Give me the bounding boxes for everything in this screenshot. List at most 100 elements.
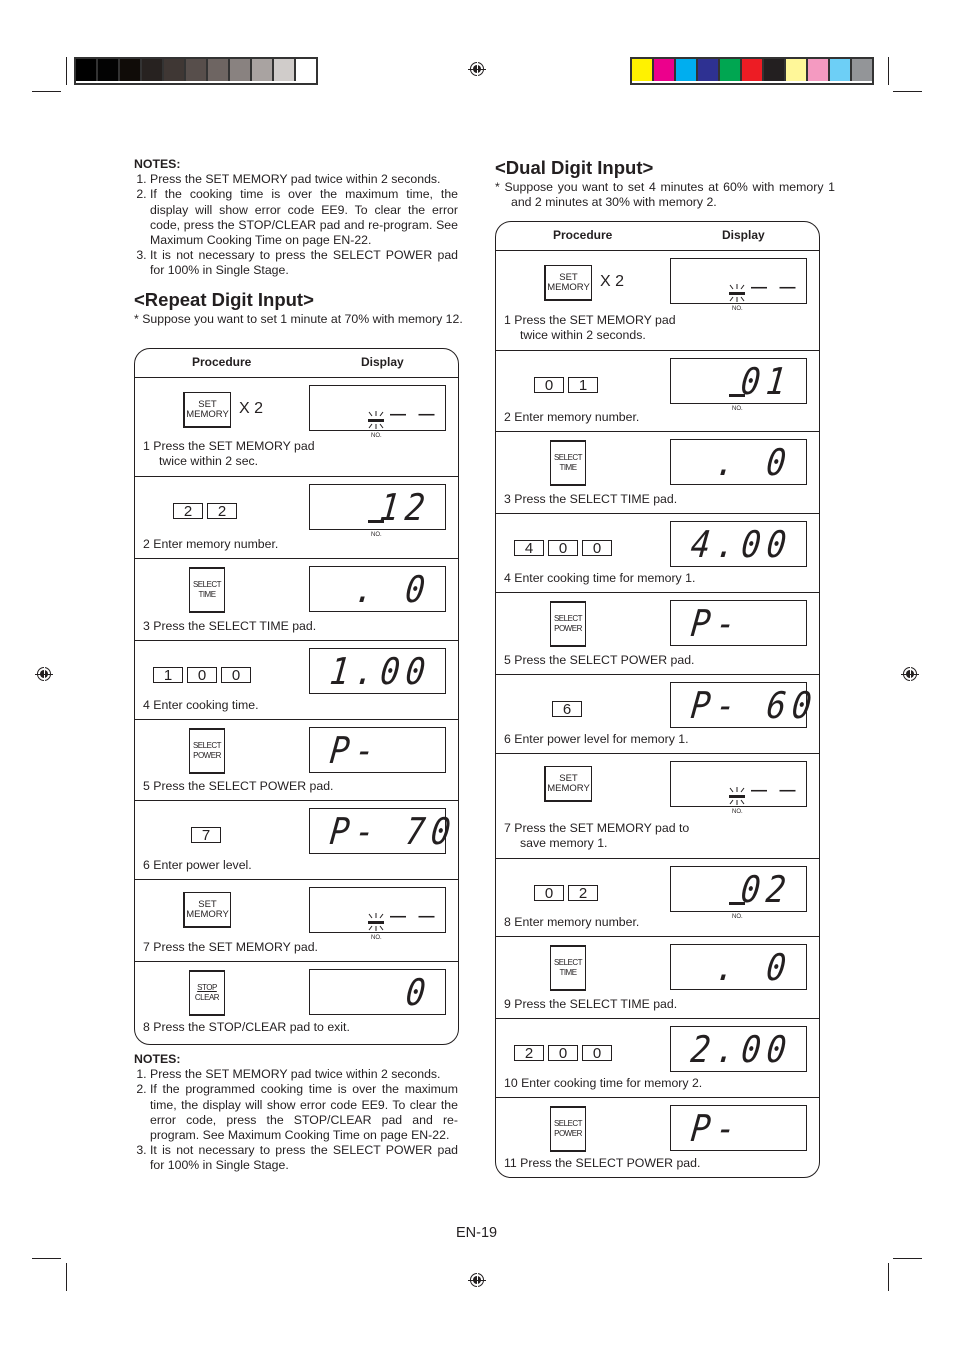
stop-clear-pad-button[interactable]: STOP CLEAR [189,970,225,1016]
number-key[interactable]: 0 [534,885,564,901]
color-swatch [142,59,164,81]
header-display: Display [361,355,404,369]
pad-label: SELECT TIME [193,580,222,600]
step-caption: 4 Enter cooking time for memory 1. [504,571,695,586]
caption-line: 4 Enter cooking time for memory 1. [504,571,696,585]
table-header: Procedure Display [496,222,819,251]
number-key[interactable]: 7 [191,827,221,843]
number-keys: 01 [534,377,598,393]
display-readout: 01 [739,359,795,404]
number-key[interactable]: 0 [534,377,564,393]
lcd-display: 4.00 [670,521,807,567]
caption-line: 1 Press the SET MEMORY pad [504,313,676,327]
number-key[interactable]: 2 [173,503,203,519]
bottom-notes: NOTES: Press the SET MEMORY pad twice wi… [134,1052,458,1174]
step-caption: 2 Enter memory number. [504,410,639,425]
procedure-step: 22 2 Enter memory number. 12 NO. [135,477,458,559]
caption-line: 6 Enter power level. [143,858,252,872]
blink-indicator [727,283,745,302]
select-time-pad-button[interactable]: SELECT TIME [550,945,586,991]
number-key[interactable]: 1 [568,377,598,393]
caption-line: 3 Press the SELECT TIME pad. [143,619,317,633]
step-caption: 3 Press the SELECT TIME pad. [504,492,677,507]
caption-line: 8 Enter memory number. [504,915,640,929]
crop-mark [66,57,67,85]
pad-label-line: MEMORY [547,782,590,794]
select-time-pad-button[interactable]: SELECT TIME [189,567,225,613]
set-memory-pad-button[interactable]: SET MEMORY [183,392,231,428]
blinking-cursor-icon [729,787,745,805]
lcd-display: — — [670,258,807,304]
procedure-step: 1004 Enter cooking time. 1.00 [135,641,458,720]
crop-mark [888,57,889,85]
registration-mark-icon [468,60,486,78]
number-keys: 100 [153,667,251,683]
blink-indicator [727,786,745,805]
set-memory-pad-button[interactable]: SET MEMORY [544,265,592,301]
color-swatch [742,59,764,81]
number-key[interactable]: 0 [548,1045,578,1061]
pad-label: SELECT TIME [554,958,583,978]
caption-line: 7 Press the SET MEMORY pad. [143,940,318,954]
caption-line: 5 Press the SELECT POWER pad. [143,779,334,793]
header-procedure: Procedure [553,228,613,242]
pad-label-line: POWER [193,751,221,760]
notes-title: NOTES: [134,157,181,171]
step-caption: 8 Enter memory number. [504,915,639,930]
display-readout: . 0 [713,440,795,485]
lcd-display: P- [309,727,446,773]
caption-line: save memory 1. [520,836,608,850]
color-swatch [632,59,654,81]
color-swatch [208,59,230,81]
pad-label-line: SET [559,772,578,784]
procedure-step: SET MEMORY X 2 1 Press the SET MEMORY pad tw… [135,378,458,477]
display-readout: P- 70 [327,809,459,854]
caption-line: 8 Press the STOP/CLEAR pad to exit. [143,1020,350,1034]
number-key[interactable]: 0 [221,667,251,683]
step-caption: 6 Enter power level for memory 1. [504,732,689,747]
caption-line: 4 Enter cooking time. [143,698,259,712]
procedure-step: SET MEMORY X 2 1 Press the SET MEMORY pad tw… [496,251,819,351]
no-label: NO. [732,306,743,312]
display-readout: 02 [739,867,795,912]
pad-label: SET MEMORY [547,772,590,794]
no-label: NO. [732,809,743,815]
procedure-step: SELECT POWER 11 Press the SELECT POWER pad… [496,1098,819,1177]
select-power-pad-button[interactable]: SELECT POWER [189,728,225,774]
color-swatch [720,59,742,81]
blink-indicator [366,912,384,931]
number-key[interactable]: 6 [552,701,582,717]
number-key[interactable]: 0 [187,667,217,683]
set-memory-pad-button[interactable]: SET MEMORY [183,892,231,928]
lcd-display: — — [309,887,446,933]
set-memory-pad-button[interactable]: SET MEMORY [544,766,592,802]
number-key[interactable]: 4 [514,540,544,556]
pad-label-line: SELECT [553,453,583,462]
caption-line: 1 Press the SET MEMORY pad [143,439,315,453]
color-swatch [830,59,852,81]
display-readout: . 0 [713,945,795,990]
lcd-display: P- [670,600,807,646]
select-power-pad-button[interactable]: SELECT POWER [550,601,586,647]
press-count: X 2 [600,273,625,290]
dual-digit-procedure-table: Procedure Display SET MEMORY X 2 1 Press th… [495,221,820,1178]
procedure-step: SELECT TIME 9 Press the SELECT TIME pad. . … [496,937,819,1019]
registration-mark-icon [35,665,53,683]
display-readout: P- [327,728,383,773]
number-key[interactable]: 2 [514,1045,544,1061]
select-power-pad-button[interactable]: SELECT POWER [550,1106,586,1152]
pad-label: SELECT TIME [553,453,583,473]
lcd-display: . 0 [670,944,807,990]
number-key[interactable]: 2 [568,885,598,901]
lcd-display: 2.00 [670,1026,807,1072]
number-key[interactable]: 0 [548,540,578,556]
step-caption: 3 Press the SELECT TIME pad. [143,619,316,634]
pad-label-line: TIME [198,590,216,599]
select-time-pad-button[interactable]: SELECT TIME [550,440,586,486]
number-key[interactable]: 1 [153,667,183,683]
number-key[interactable]: 0 [582,1045,612,1061]
number-key[interactable]: 2 [207,503,237,519]
pad-label: SELECT POWER [554,614,583,634]
note-item: It is not necessary to press the SELECT … [150,1143,458,1173]
number-key[interactable]: 0 [582,540,612,556]
